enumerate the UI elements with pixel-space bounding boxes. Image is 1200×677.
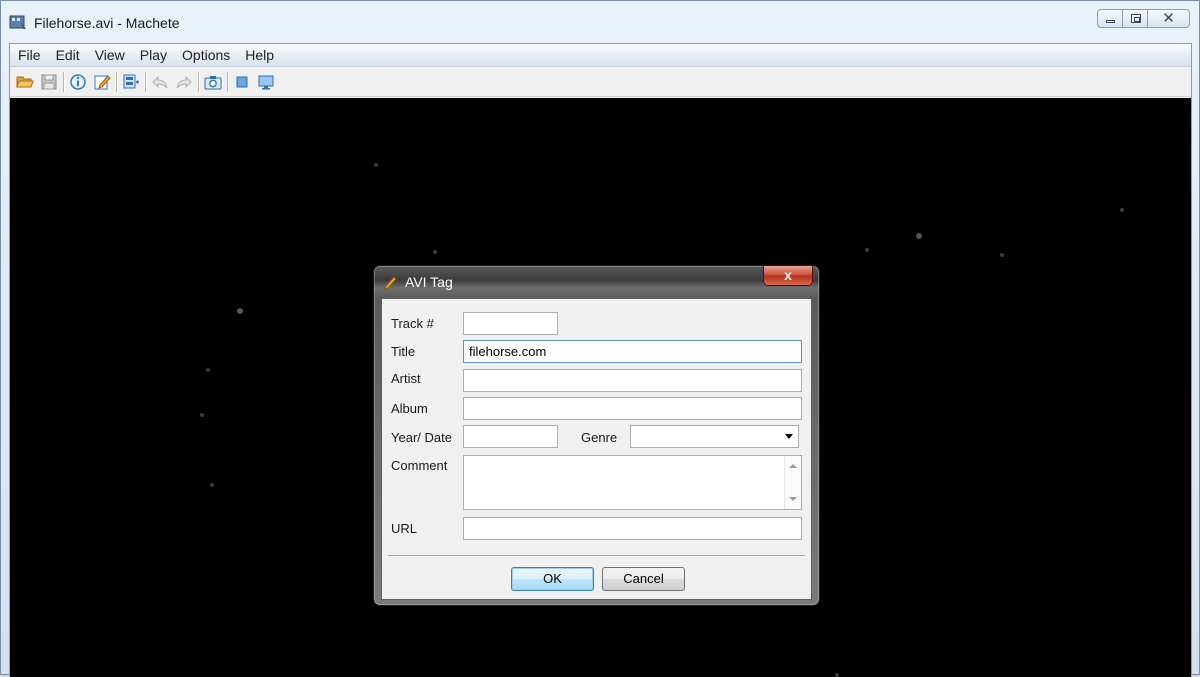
- genre-label: Genre: [581, 430, 618, 445]
- avi-tag-dialog: AVI Tag x Track # Title Artist Album Yea…: [373, 265, 820, 606]
- artist-label: Artist: [391, 371, 421, 386]
- edit-tag-button[interactable]: [90, 70, 114, 94]
- track-input[interactable]: [463, 312, 558, 335]
- open-button[interactable]: [13, 70, 37, 94]
- redo-button[interactable]: [172, 70, 196, 94]
- ok-button[interactable]: OK: [511, 567, 594, 591]
- title-input[interactable]: [463, 340, 802, 363]
- toolbar: [10, 67, 1191, 97]
- maximize-button[interactable]: [1122, 9, 1148, 28]
- menu-edit[interactable]: Edit: [48, 45, 87, 65]
- video-speck: [433, 250, 437, 254]
- title-bar[interactable]: Filehorse.avi - Machete ✕: [1, 1, 1199, 43]
- dropdown-arrow-icon: [785, 434, 793, 439]
- app-film-icon: [9, 15, 26, 29]
- menu-help[interactable]: Help: [237, 45, 281, 65]
- artist-input[interactable]: [463, 369, 802, 392]
- restore-icon: [1131, 14, 1141, 23]
- year-input[interactable]: [463, 425, 558, 448]
- scroll-down-icon[interactable]: [789, 497, 797, 501]
- track-label: Track #: [391, 316, 434, 331]
- scroll-up-icon[interactable]: [789, 464, 797, 468]
- menu-play[interactable]: Play: [132, 45, 174, 65]
- dialog-divider: [388, 555, 805, 556]
- frames-button[interactable]: [119, 70, 143, 94]
- undo-button[interactable]: [148, 70, 172, 94]
- video-speck: [916, 233, 922, 239]
- undo-icon: [152, 75, 168, 88]
- info-button[interactable]: [66, 70, 90, 94]
- url-input[interactable]: [463, 517, 802, 540]
- video-speck: [210, 483, 214, 487]
- stop-button[interactable]: [230, 70, 254, 94]
- toolbar-separator: [116, 71, 117, 92]
- menu-file[interactable]: File: [10, 45, 48, 65]
- url-label: URL: [391, 521, 418, 536]
- edit-tag-icon: [94, 74, 111, 89]
- video-frames-icon: [123, 74, 139, 88]
- genre-select[interactable]: [630, 425, 799, 448]
- toolbar-separator: [198, 71, 199, 92]
- album-label: Album: [391, 401, 428, 416]
- toolbar-separator: [145, 71, 146, 92]
- dialog-close-button[interactable]: x: [763, 266, 813, 286]
- save-button[interactable]: [37, 70, 61, 94]
- fullscreen-button[interactable]: [254, 70, 278, 94]
- video-speck: [374, 163, 378, 167]
- toolbar-separator: [63, 71, 64, 92]
- menu-options[interactable]: Options: [174, 45, 237, 65]
- snapshot-camera-icon: [204, 75, 222, 89]
- video-speck: [835, 673, 839, 677]
- redo-icon: [176, 75, 192, 88]
- comment-textarea[interactable]: [463, 455, 802, 510]
- close-icon: ✕: [1162, 10, 1175, 27]
- snapshot-button[interactable]: [201, 70, 225, 94]
- pencil-icon: [384, 276, 397, 290]
- open-folder-icon: [16, 76, 34, 87]
- close-button[interactable]: ✕: [1147, 9, 1190, 28]
- minimize-icon: [1106, 20, 1115, 23]
- video-speck: [865, 248, 869, 252]
- comment-label: Comment: [391, 458, 448, 473]
- video-speck: [1120, 208, 1124, 212]
- window-title: Filehorse.avi - Machete: [34, 15, 180, 31]
- menu-view[interactable]: View: [87, 45, 132, 65]
- dialog-title: AVI Tag: [405, 274, 453, 290]
- toolbar-separator: [227, 71, 228, 92]
- dialog-body: Track # Title Artist Album Year/ Date Ge…: [381, 298, 812, 600]
- video-speck: [206, 368, 210, 372]
- info-icon: [70, 73, 86, 90]
- menu-bar: File Edit View Play Options Help: [10, 44, 1191, 67]
- monitor-icon: [258, 75, 274, 89]
- video-speck: [200, 413, 204, 417]
- album-input[interactable]: [463, 397, 802, 420]
- stop-square-icon: [236, 76, 248, 87]
- title-label: Title: [391, 344, 416, 359]
- caption-buttons: ✕: [1097, 9, 1190, 28]
- cancel-button[interactable]: Cancel: [602, 567, 685, 591]
- minimize-button[interactable]: [1097, 9, 1123, 28]
- comment-scrollbar[interactable]: [784, 456, 801, 509]
- video-speck: [237, 308, 243, 314]
- video-speck: [1000, 253, 1004, 257]
- save-icon: [41, 74, 57, 89]
- year-label: Year/ Date: [391, 430, 452, 445]
